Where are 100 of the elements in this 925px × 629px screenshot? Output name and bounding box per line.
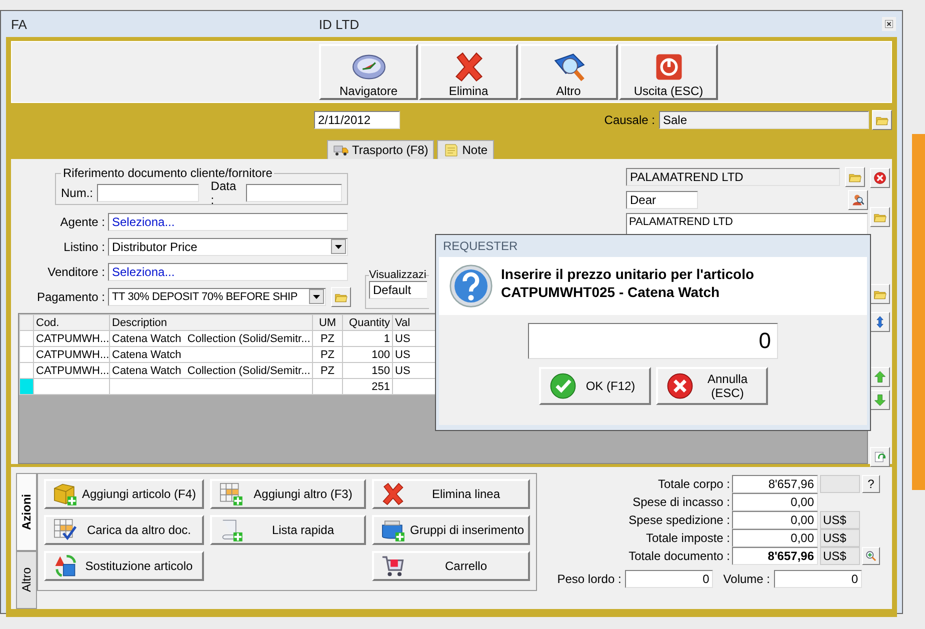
total-label: Spese di incasso :	[632, 495, 730, 509]
total-label: Totale imposte :	[644, 531, 730, 545]
folder-button[interactable]	[872, 110, 892, 130]
close-icon	[885, 20, 893, 28]
table-cell: CATPUMWH...	[34, 362, 110, 378]
field-label: Venditore :	[46, 264, 105, 278]
field-label: Num.:	[61, 186, 94, 200]
column-header: Cod.	[34, 314, 110, 330]
empty-field	[820, 475, 860, 493]
box-plus-icon	[52, 481, 78, 507]
total-field: 0,00	[732, 493, 818, 511]
total-label: Spese spedizione :	[628, 513, 730, 527]
action-button[interactable]: Carica da altro doc.	[44, 515, 204, 545]
customer-field[interactable]: PALAMATREND LTD	[626, 168, 840, 186]
field-label: Volume :	[723, 572, 770, 586]
column-header: UM	[312, 314, 342, 330]
dialog-title: REQUESTER	[442, 238, 519, 255]
group-title: Visualizzazi	[369, 269, 426, 281]
refresh-button[interactable]	[870, 447, 890, 467]
cancel-icon	[666, 372, 694, 400]
selector-field[interactable]: Seleziona...	[108, 212, 348, 230]
delete-icon	[380, 481, 406, 507]
total-field: 0,00	[732, 511, 818, 529]
total-label: Totale documento :	[628, 549, 730, 563]
tab[interactable]: Note	[437, 140, 494, 159]
side-tab[interactable]: Altro	[16, 551, 37, 609]
help-button[interactable]: ?	[862, 475, 880, 493]
note-icon	[443, 142, 460, 158]
reorder-button[interactable]	[870, 312, 890, 332]
action-button[interactable]: Sostituzione articolo	[44, 551, 204, 581]
selector-field[interactable]: Seleziona...	[108, 262, 348, 280]
table-cell: 100	[342, 346, 392, 362]
zoom-button[interactable]	[862, 547, 880, 565]
folder-button[interactable]	[845, 167, 865, 187]
total-field: 8'657,96	[732, 547, 818, 565]
person-search-icon	[851, 193, 865, 207]
action-button[interactable]: Carrello	[372, 551, 530, 581]
side-tab[interactable]: Azioni	[16, 473, 37, 551]
column-header: Quantity	[342, 314, 392, 330]
table-cell: CATPUMWH...	[34, 330, 110, 346]
ok-button[interactable]: OK (F12)	[538, 367, 650, 405]
total-label: Totale corpo :	[656, 477, 730, 491]
action-button[interactable]: Lista rapida	[210, 515, 366, 545]
toolbar-button[interactable]: Navigatore	[319, 44, 418, 100]
toolbar-button[interactable]: Uscita (ESC)	[619, 44, 718, 100]
dialog-message: Inserire il prezzo unitario per l'articolo CATPUMWHT025 - Catena Watch	[501, 265, 754, 301]
action-button[interactable]: Aggiungi altro (F3)	[210, 479, 366, 509]
dropdown[interactable]: Distributor Price	[108, 238, 348, 256]
column-header: Description	[110, 314, 312, 330]
input-field[interactable]: 0	[625, 570, 714, 588]
cancel-button[interactable]: Annulla (ESC)	[656, 367, 768, 405]
table-cell: Catena Watch	[110, 346, 312, 362]
grid-plus-icon	[218, 481, 244, 507]
remove-button[interactable]	[870, 168, 890, 188]
refresh-icon	[873, 450, 887, 464]
field-label: Listino :	[62, 240, 105, 254]
causale-field[interactable]: Sale	[659, 111, 869, 129]
tab[interactable]: Trasporto (F8)	[327, 140, 434, 159]
table-cell: Catena Watch Collection (Solid/Semitr...	[110, 362, 312, 378]
close-button[interactable]	[882, 17, 896, 31]
close-icon	[873, 171, 887, 185]
window-title: FA	[11, 16, 27, 32]
total-field: 8'657,96	[732, 475, 818, 493]
view-dropdown[interactable]: Default	[369, 281, 427, 299]
currency-field: US$	[820, 511, 860, 529]
currency-field: US$	[820, 547, 860, 565]
folder-button[interactable]	[870, 207, 890, 227]
date-field[interactable]: 2/11/2012	[314, 111, 400, 129]
action-button[interactable]: Elimina linea	[372, 479, 530, 509]
contact-search-button[interactable]	[848, 190, 868, 210]
table-cell: 150	[342, 362, 392, 378]
grid-check-icon	[52, 517, 78, 543]
input-field[interactable]	[97, 184, 199, 202]
input-field[interactable]: 0	[774, 570, 862, 588]
up-arrow-icon	[873, 370, 887, 384]
price-input[interactable]: 0	[528, 323, 778, 359]
toolbar-button[interactable]: Elimina	[419, 44, 518, 100]
action-button[interactable]: Aggiungi articolo (F4)	[44, 479, 204, 509]
field-label: Peso lordo :	[557, 572, 622, 586]
move-down-button[interactable]	[870, 390, 890, 410]
toolbar-button[interactable]: Altro	[519, 44, 618, 100]
table-cell: PZ	[312, 330, 342, 346]
field-label: Pagamento :	[36, 290, 105, 304]
dropdown[interactable]: TT 30% DEPOSIT 70% BEFORE SHIP	[108, 288, 326, 306]
field-label: Agente :	[59, 214, 105, 228]
field-label: Data :	[210, 179, 238, 207]
field-label: Causale :	[604, 113, 655, 127]
total-field: 0,00	[732, 529, 818, 547]
zoom-in-icon	[865, 550, 877, 562]
currency-field: US$	[820, 529, 860, 547]
action-button[interactable]: Gruppi di inserimento	[372, 515, 530, 545]
down-arrow-icon	[873, 393, 887, 407]
salutation-field[interactable]: Dear	[626, 191, 698, 209]
move-up-button[interactable]	[870, 367, 890, 387]
table-cell: Catena Watch Collection (Solid/Semitr...	[110, 330, 312, 346]
table-cell: 1	[342, 330, 392, 346]
input-field[interactable]	[246, 184, 342, 202]
folder-button[interactable]	[870, 284, 890, 304]
folder-button[interactable]	[331, 286, 351, 306]
group-title: Riferimento documento cliente/fornitore	[62, 167, 274, 179]
